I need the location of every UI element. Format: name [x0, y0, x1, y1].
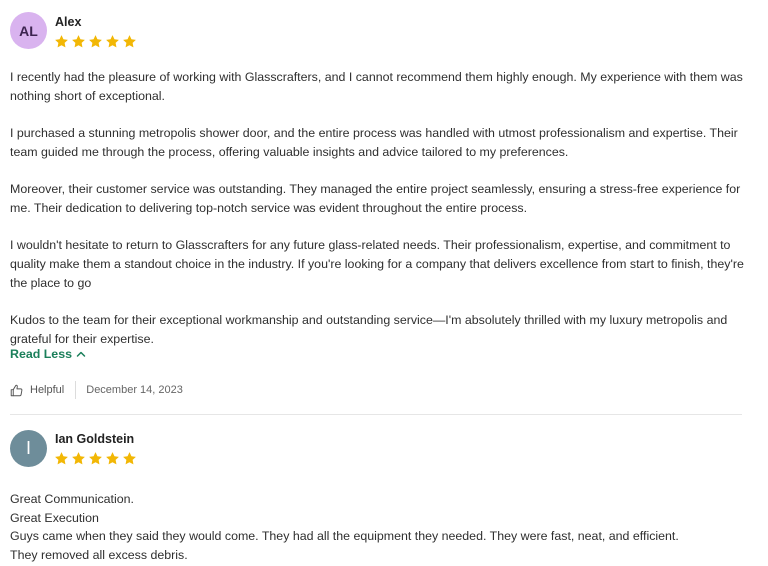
review-paragraph: I recently had the pleasure of working w…: [10, 70, 743, 103]
avatar: AL: [10, 12, 47, 49]
star-icon: [72, 35, 85, 48]
review-divider: [10, 414, 742, 415]
review-line: They removed all excess debris.: [10, 548, 188, 563]
review-paragraph: Kudos to the team for their exceptional …: [10, 313, 728, 346]
star-icon: [106, 35, 119, 48]
read-less-label: Read Less: [10, 347, 72, 361]
review-paragraph: Moreover, their customer service was out…: [10, 182, 741, 215]
review-meta: Helpful December 14, 2023: [10, 380, 183, 400]
review-line: Guys came when they said they would come…: [10, 529, 679, 544]
star-icon: [89, 35, 102, 48]
star-rating: [54, 34, 137, 49]
reviewer-name: Alex: [55, 15, 82, 29]
review-line: Great Execution: [10, 510, 99, 525]
star-icon: [123, 35, 136, 48]
thumbs-up-icon: [10, 384, 23, 396]
review-paragraph: I wouldn't hesitate to return to Glasscr…: [10, 238, 744, 290]
review-body: Great Communication. Great Execution Guy…: [10, 490, 679, 565]
helpful-label: Helpful: [30, 384, 65, 396]
read-less-link[interactable]: Read Less: [10, 347, 86, 361]
review-paragraph: I purchased a stunning metropolis shower…: [10, 126, 738, 159]
star-icon: [72, 452, 85, 465]
avatar: I: [10, 430, 47, 467]
star-icon: [123, 452, 136, 465]
review-date: December 14, 2023: [86, 384, 183, 396]
star-icon: [55, 35, 68, 48]
star-icon: [55, 452, 68, 465]
star-rating: [54, 451, 137, 466]
reviewer-name: Ian Goldstein: [55, 432, 135, 446]
chevron-up-icon: [76, 351, 86, 357]
star-icon: [106, 452, 119, 465]
helpful-button[interactable]: Helpful: [10, 384, 75, 397]
review-line: Great Communication.: [10, 492, 134, 506]
star-icon: [89, 452, 102, 465]
